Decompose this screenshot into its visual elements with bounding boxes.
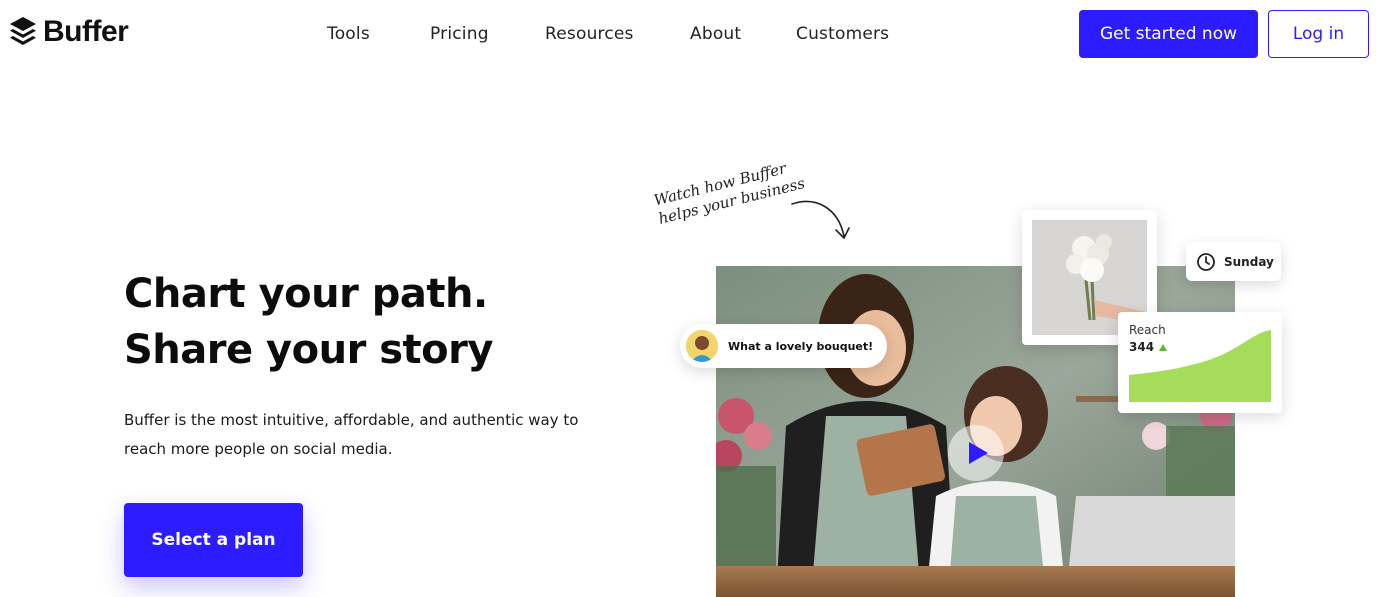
select-plan-button[interactable]: Select a plan bbox=[124, 503, 303, 577]
hero-title-line-2: Share your story bbox=[124, 327, 493, 373]
avatar bbox=[686, 330, 718, 362]
hero-title-line-1: Chart your path. bbox=[124, 271, 488, 317]
schedule-chip: Sunday bbox=[1186, 242, 1281, 281]
reach-card: Reach 344 bbox=[1118, 312, 1282, 413]
nav-about[interactable]: About bbox=[690, 22, 741, 46]
play-icon bbox=[969, 442, 988, 464]
nav-customers[interactable]: Customers bbox=[796, 22, 889, 46]
clock-icon bbox=[1197, 252, 1215, 271]
nav-pricing[interactable]: Pricing bbox=[430, 22, 489, 46]
buffer-logo-icon bbox=[10, 17, 36, 45]
nav-tools[interactable]: Tools bbox=[327, 22, 370, 46]
comment-text: What a lovely bouquet! bbox=[728, 339, 874, 353]
play-button[interactable] bbox=[948, 425, 1004, 481]
schedule-day: Sunday bbox=[1224, 254, 1274, 269]
buffer-logo[interactable]: Buffer bbox=[9, 15, 129, 48]
nav-resources[interactable]: Resources bbox=[545, 22, 634, 46]
handwritten-caption: Watch how Buffer helps your business bbox=[652, 156, 807, 229]
login-button[interactable]: Log in bbox=[1268, 10, 1369, 58]
reach-area-chart bbox=[1129, 330, 1271, 402]
hero-subtitle: Buffer is the most intuitive, affordable… bbox=[124, 411, 579, 458]
curved-arrow-icon bbox=[791, 200, 850, 239]
get-started-button[interactable]: Get started now bbox=[1079, 10, 1258, 58]
comment-bubble: What a lovely bouquet! bbox=[680, 324, 888, 368]
site-header: Buffer Tools Pricing Resources About Cus… bbox=[0, 0, 1378, 68]
hero-title: Chart your path. Share your story bbox=[124, 266, 493, 378]
logo-text: Buffer bbox=[43, 15, 129, 48]
